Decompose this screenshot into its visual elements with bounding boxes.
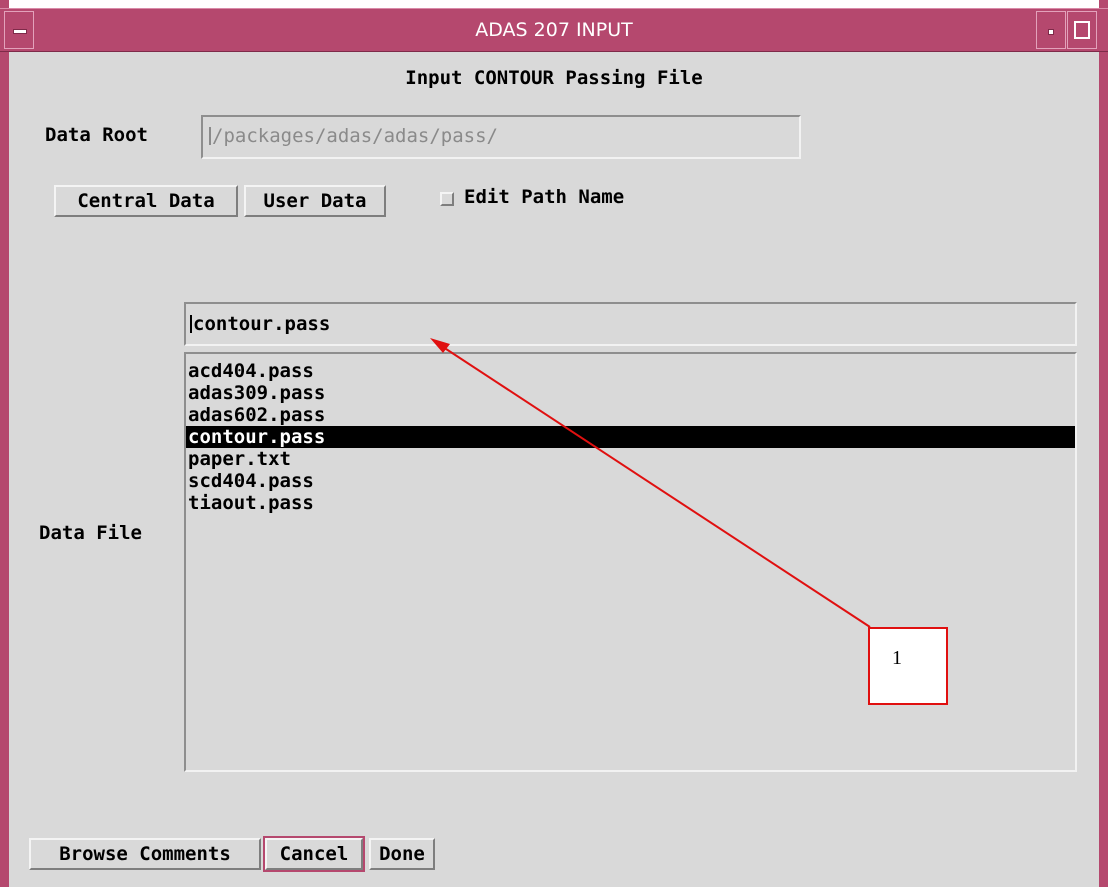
browse-comments-button[interactable]: Browse Comments (29, 838, 261, 870)
data-file-value: contour.pass (190, 313, 330, 335)
file-list-item[interactable]: scd404.pass (186, 470, 1075, 492)
text-cursor-icon (190, 315, 192, 333)
dialog-heading: Input CONTOUR Passing File (405, 67, 703, 89)
central-data-button[interactable]: Central Data (54, 185, 238, 217)
file-list-item[interactable]: adas602.pass (186, 404, 1075, 426)
file-list-item[interactable]: acd404.pass (186, 360, 1075, 382)
window-border-left[interactable] (0, 0, 9, 887)
file-list-item[interactable]: tiaout.pass (186, 492, 1075, 514)
file-list-item[interactable]: paper.txt (186, 448, 1075, 470)
data-root-text: /packages/adas/adas/pass/ (212, 125, 498, 147)
maximize-button[interactable] (1067, 11, 1097, 49)
file-list-item[interactable]: adas309.pass (186, 382, 1075, 404)
maximize-icon (1074, 21, 1090, 39)
title-bar[interactable]: ADAS 207 INPUT (0, 8, 1108, 52)
data-file-label: Data File (39, 522, 142, 544)
dialog-body: Input CONTOUR Passing File Data Root /pa… (9, 52, 1099, 887)
data-root-value: /packages/adas/adas/pass/ (209, 125, 498, 147)
cancel-button[interactable]: Cancel (263, 836, 365, 872)
minimize-button[interactable] (1036, 11, 1066, 49)
text-cursor-icon (209, 127, 211, 145)
data-file-text: contour.pass (193, 313, 331, 335)
edit-path-label[interactable]: Edit Path Name (464, 186, 624, 208)
adas-input-window: ADAS 207 INPUT Input CONTOUR Passing Fil… (0, 0, 1108, 887)
file-list-item-selected[interactable]: contour.pass (186, 426, 1075, 448)
window-title: ADAS 207 INPUT (475, 19, 633, 41)
user-data-button[interactable]: User Data (244, 185, 386, 217)
done-button[interactable]: Done (369, 838, 435, 870)
data-root-field[interactable]: /packages/adas/adas/pass/ (201, 115, 801, 159)
data-file-field[interactable]: contour.pass (184, 302, 1077, 346)
annotation-callout-box: 1 (868, 627, 948, 705)
window-border-right[interactable] (1099, 0, 1108, 887)
minimize-icon (1048, 29, 1054, 35)
annotation-callout-label: 1 (892, 647, 902, 669)
edit-path-checkbox[interactable] (440, 192, 454, 206)
data-root-label: Data Root (45, 124, 148, 146)
file-list[interactable]: acd404.pass adas309.pass adas602.pass co… (184, 352, 1077, 772)
